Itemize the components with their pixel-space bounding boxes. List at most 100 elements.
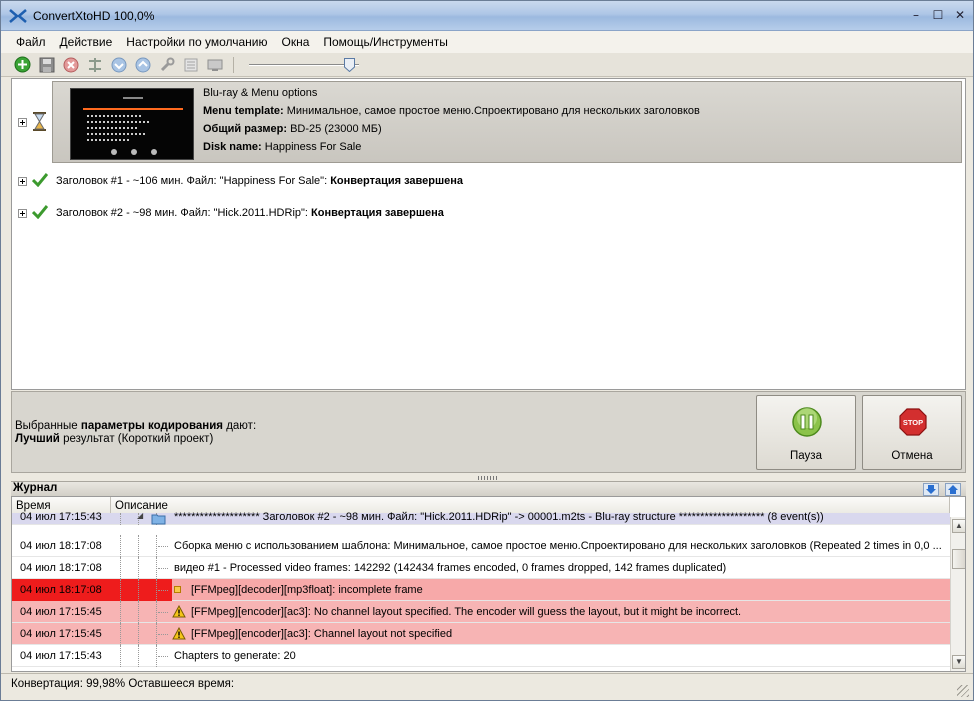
log-row[interactable]: 04 июл 18:17:08 видео #1 - Processed vide… <box>12 557 950 579</box>
move-down-icon <box>111 57 126 72</box>
log-row[interactable]: 04 июл 17:15:43 Chapters to generate: 20 <box>12 645 950 667</box>
menu-bar: Файл Действие Настройки по умолчанию Окн… <box>1 31 973 53</box>
close-button[interactable]: ✕ <box>953 8 967 22</box>
tools-button[interactable] <box>157 55 176 74</box>
move-up-button[interactable] <box>133 55 152 74</box>
display-button[interactable] <box>205 55 224 74</box>
title-row-1[interactable]: Заголовок #1 - ~106 мин. Файл: "Happines… <box>56 175 463 187</box>
log-description: [FFMpeg][encoder][ac3]: Channel layout n… <box>191 628 453 640</box>
split-button[interactable] <box>85 55 104 74</box>
disk-name-line: Disk name: Happiness For Sale <box>203 141 361 153</box>
menu-help-tools[interactable]: Помощь/Инструменты <box>316 35 455 49</box>
menu-options-card[interactable]: Blu-ray & Menu options Menu template: Ми… <box>52 81 962 163</box>
resize-grip[interactable] <box>957 685 969 697</box>
log-time: 04 июл 17:15:43 <box>20 511 102 523</box>
log-description: видео #1 - Processed video frames: 14229… <box>174 562 727 574</box>
menu-file[interactable]: Файл <box>9 35 53 49</box>
maximize-button[interactable]: ☐ <box>931 8 945 22</box>
log-row[interactable]: 04 июл 18:17:08 [FFMpeg][decoder][mp3floa… <box>12 579 950 601</box>
cancel-button[interactable]: STOP Отмена <box>862 395 962 470</box>
log-time: 04 июл 18:17:08 <box>20 584 102 596</box>
app-logo-icon <box>9 9 27 23</box>
status-text: Конвертация: 99,98% Оставшееся время: <box>11 678 235 690</box>
log-time: 04 июл 18:17:08 <box>20 562 102 574</box>
log-time: 04 июл 18:17:08 <box>20 540 102 552</box>
toolbar-separator <box>233 56 234 73</box>
remove-icon <box>63 57 78 72</box>
list-icon <box>184 58 197 71</box>
title-bar[interactable]: ConvertXtoHD 100,0% – ☐ ✕ <box>1 1 973 31</box>
pause-icon <box>792 407 822 437</box>
encoding-panel: Выбранные параметры кодирования дают: Лу… <box>11 391 966 473</box>
menu-windows[interactable]: Окна <box>274 35 316 49</box>
encoding-result-line: Лучший результат (Короткий проект) <box>15 433 214 445</box>
move-up-icon <box>135 57 150 72</box>
log-description: [FFMpeg][encoder][ac3]: No channel layou… <box>191 606 742 618</box>
log-row[interactable]: 04 июл 17:15:45 [FFMpeg][encoder][ac3]: C… <box>12 623 950 645</box>
log-title: Журнал <box>13 482 58 494</box>
scroll-to-bottom-icon[interactable] <box>923 483 939 496</box>
menu-card-heading: Blu-ray & Menu options <box>203 87 318 99</box>
menu-preview-thumbnail[interactable] <box>70 88 194 160</box>
toolbar <box>1 53 973 77</box>
expand-title-2[interactable] <box>18 209 27 218</box>
encoding-params-line: Выбранные параметры кодирования дают: <box>15 420 257 432</box>
warning-icon <box>172 605 186 618</box>
move-down-button[interactable] <box>109 55 128 74</box>
panel-splitter[interactable] <box>478 476 498 480</box>
title-row-2[interactable]: Заголовок #2 - ~98 мин. Файл: "Hick.2011… <box>56 207 444 219</box>
scroll-to-top-icon[interactable] <box>945 483 961 496</box>
total-size-label: Общий размер: <box>203 123 288 135</box>
disk-name-label: Disk name: <box>203 141 262 153</box>
folder-icon <box>151 514 166 525</box>
menu-template-value: Минимальное, самое простое меню.Спроекти… <box>286 105 700 117</box>
menu-template-label: Menu template: <box>203 105 284 117</box>
log-row[interactable]: 04 июл 18:17:08 Сборка меню с использован… <box>12 535 950 557</box>
slider-thumb[interactable] <box>344 57 355 72</box>
scroll-thumb[interactable] <box>952 549 965 569</box>
window-title: ConvertXtoHD 100,0% <box>33 9 155 23</box>
title-1-text: Заголовок #1 - ~106 мин. Файл: "Happines… <box>56 175 331 187</box>
scroll-down-button[interactable]: ▼ <box>952 655 965 669</box>
stop-sign-text: STOP <box>903 418 923 427</box>
title-1-status: Конвертация завершена <box>330 175 464 187</box>
save-icon <box>39 57 54 72</box>
checkmark-icon <box>32 205 48 219</box>
display-icon <box>207 59 222 71</box>
log-time: 04 июл 17:15:45 <box>20 628 102 640</box>
total-size-line: Общий размер: BD-25 (23000 МБ) <box>203 123 382 135</box>
log-table: Время Описание 04 июл 17:15:43 ◢ *********… <box>11 496 966 672</box>
log-row[interactable]: 04 июл 17:15:45 [FFMpeg][encoder][ac3]: N… <box>12 601 950 623</box>
add-button[interactable] <box>13 55 32 74</box>
log-scrollbar[interactable]: ▲ ▼ <box>950 517 965 671</box>
slider-track <box>249 63 359 66</box>
log-description: Сборка меню с использованием шаблона: Ми… <box>174 540 942 552</box>
save-button[interactable] <box>37 55 56 74</box>
split-icon <box>88 57 101 72</box>
log-time: 04 июл 17:15:43 <box>20 650 102 662</box>
collapse-arrow-icon[interactable]: ◢ <box>137 511 143 520</box>
menu-action[interactable]: Действие <box>53 35 120 49</box>
tools-icon <box>160 57 174 71</box>
remove-button[interactable] <box>61 55 80 74</box>
expand-title-1[interactable] <box>18 177 27 186</box>
menu-default-settings[interactable]: Настройки по умолчанию <box>119 35 274 49</box>
minimize-button[interactable]: – <box>909 8 923 22</box>
menu-template-line: Menu template: Минимальное, самое просто… <box>203 105 700 117</box>
zoom-slider[interactable] <box>249 57 361 73</box>
log-row[interactable]: 04 июл 17:15:43 ◢ ******************** Заг… <box>12 511 950 525</box>
log-description: [FFMpeg][decoder][mp3float]: incomplete … <box>191 584 423 596</box>
add-icon <box>14 56 31 73</box>
scroll-up-button[interactable]: ▲ <box>952 519 965 533</box>
title-2-text: Заголовок #2 - ~98 мин. Файл: "Hick.2011… <box>56 207 312 219</box>
expand-menu-node[interactable] <box>18 118 27 127</box>
disk-name-value: Happiness For Sale <box>264 141 362 153</box>
app-window: ConvertXtoHD 100,0% – ☐ ✕ Файл Действие … <box>0 0 974 701</box>
warning-icon <box>172 627 186 640</box>
stop-sign-icon: STOP <box>899 408 927 436</box>
list-button[interactable] <box>181 55 200 74</box>
pause-label: Пауза <box>790 450 822 462</box>
cancel-label: Отмена <box>891 450 933 462</box>
pause-button[interactable]: Пауза <box>756 395 856 470</box>
log-description: ******************** Заголовок #2 - ~98 … <box>174 511 824 523</box>
